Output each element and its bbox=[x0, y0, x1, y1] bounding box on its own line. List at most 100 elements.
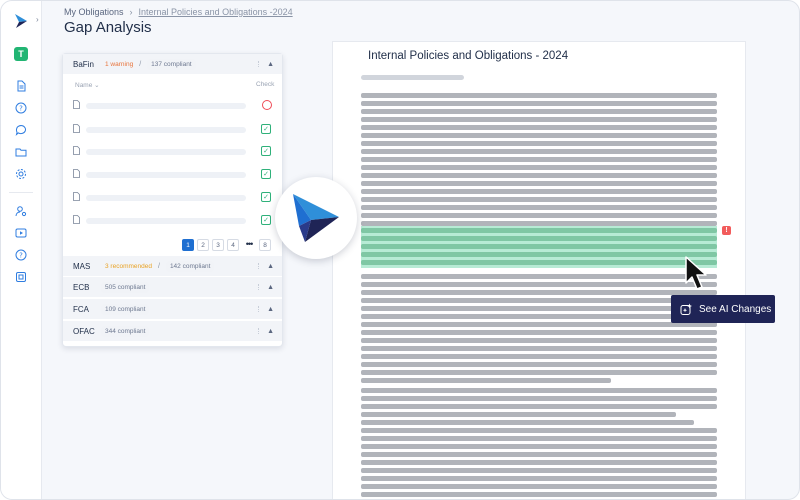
check-passed-icon: ✓ bbox=[261, 169, 271, 179]
avatar[interactable]: T bbox=[14, 47, 28, 61]
page-button-last[interactable]: 8 bbox=[259, 239, 271, 251]
recommended-badge: 3 recommended bbox=[105, 262, 152, 270]
collapse-caret-icon[interactable]: ▲ bbox=[267, 61, 274, 68]
file-name-placeholder bbox=[86, 103, 246, 109]
check-column-header: Check bbox=[256, 81, 275, 88]
document-text-line bbox=[361, 452, 717, 457]
expand-rail-icon[interactable]: › bbox=[36, 15, 39, 24]
document-text-line bbox=[361, 412, 676, 417]
breadcrumb-separator: › bbox=[129, 7, 133, 17]
mouse-pointer-icon bbox=[685, 256, 707, 290]
user-settings-icon[interactable] bbox=[14, 204, 28, 218]
document-text-line bbox=[361, 173, 717, 178]
regulator-row-bafin[interactable]: BaFin 1 warning / 137 compliant ▲ bbox=[63, 54, 282, 74]
table-row[interactable]: ✓ bbox=[63, 215, 282, 227]
rail-divider bbox=[9, 192, 33, 193]
breadcrumb-current[interactable]: Internal Policies and Obligations -2024 bbox=[139, 7, 293, 17]
regulator-row-ecb[interactable]: ECB 505 compliant ▲ bbox=[63, 277, 282, 297]
document-text-line bbox=[361, 274, 717, 279]
check-passed-icon: ✓ bbox=[261, 192, 271, 202]
document-text-line bbox=[361, 298, 717, 303]
expand-caret-icon[interactable]: ▲ bbox=[267, 306, 274, 313]
document-text-line bbox=[361, 444, 717, 449]
table-row[interactable]: ✓ bbox=[63, 146, 282, 158]
document-text-line bbox=[361, 181, 717, 186]
brand-logo-badge bbox=[275, 177, 357, 259]
table-row[interactable]: ✓ bbox=[63, 192, 282, 204]
see-ai-changes-label: See AI Changes bbox=[699, 303, 772, 315]
expand-caret-icon[interactable]: ▲ bbox=[267, 263, 274, 270]
document-text-line bbox=[361, 125, 717, 130]
brand-logo-icon[interactable] bbox=[13, 13, 29, 29]
document-text-line bbox=[361, 468, 717, 473]
question-icon[interactable]: ? bbox=[14, 248, 28, 262]
document-text-line bbox=[361, 346, 717, 351]
warning-badge: 1 warning bbox=[105, 60, 134, 68]
regulator-row-ofac[interactable]: OFAC 344 compliant ▲ bbox=[63, 321, 282, 341]
document-text-line bbox=[361, 484, 717, 489]
report-icon[interactable] bbox=[14, 270, 28, 284]
chat-icon[interactable] bbox=[14, 123, 28, 137]
check-failed-icon bbox=[262, 100, 272, 110]
compliant-badge: 344 compliant bbox=[101, 325, 150, 337]
regulator-name: ECB bbox=[73, 282, 90, 292]
svg-text:?: ? bbox=[19, 105, 23, 113]
file-icon bbox=[73, 100, 80, 109]
page-button-1[interactable]: 1 bbox=[182, 239, 194, 251]
document-text-line bbox=[361, 362, 717, 367]
document-text-line bbox=[361, 149, 717, 154]
page-button-4[interactable]: 4 bbox=[227, 239, 239, 251]
table-row[interactable]: ✓ bbox=[63, 124, 282, 136]
regulator-name: BaFin bbox=[73, 59, 94, 69]
file-icon bbox=[73, 192, 80, 201]
app-window: › T ? ? My Obligations › Internal Polici… bbox=[0, 0, 800, 500]
breadcrumb-root[interactable]: My Obligations bbox=[64, 7, 124, 17]
ai-changed-section[interactable] bbox=[361, 226, 717, 268]
table-row[interactable] bbox=[63, 100, 282, 112]
document-title: Internal Policies and Obligations - 2024 bbox=[368, 50, 569, 62]
check-passed-icon: ✓ bbox=[261, 124, 271, 134]
document-text-line bbox=[361, 388, 717, 393]
help-icon[interactable]: ? bbox=[14, 101, 28, 115]
row-divider bbox=[258, 306, 260, 312]
highlighted-line bbox=[361, 252, 717, 257]
expand-caret-icon[interactable]: ▲ bbox=[267, 328, 274, 335]
highlighted-line bbox=[361, 236, 717, 241]
document-icon[interactable] bbox=[14, 79, 28, 93]
document-text-line bbox=[361, 370, 717, 375]
document-text-line bbox=[361, 282, 717, 287]
row-divider bbox=[258, 263, 260, 269]
alert-badge-icon[interactable]: ! bbox=[722, 226, 731, 235]
name-column-header[interactable]: Name ⌄ bbox=[75, 81, 100, 89]
document-text-line bbox=[361, 404, 717, 409]
compliant-badge: 142 compliant bbox=[165, 260, 215, 272]
regulator-name: FCA bbox=[73, 304, 89, 314]
status-divider: / bbox=[139, 60, 142, 68]
see-ai-changes-button[interactable]: See AI Changes bbox=[671, 295, 775, 323]
document-text-line bbox=[361, 420, 694, 425]
file-name-placeholder bbox=[86, 195, 246, 201]
file-name-placeholder bbox=[86, 172, 246, 178]
document-text-line bbox=[361, 157, 717, 162]
file-icon bbox=[73, 169, 80, 178]
compliant-badge: 109 compliant bbox=[101, 303, 150, 315]
highlighted-line bbox=[361, 228, 717, 233]
page-title: Gap Analysis bbox=[64, 19, 152, 36]
ai-sparkle-icon bbox=[680, 303, 692, 315]
folder-icon[interactable] bbox=[14, 145, 28, 159]
file-name-placeholder bbox=[86, 218, 246, 224]
regulator-row-fca[interactable]: FCA 109 compliant ▲ bbox=[63, 299, 282, 319]
page-button-2[interactable]: 2 bbox=[197, 239, 209, 251]
row-divider bbox=[258, 284, 260, 290]
page-button-3[interactable]: 3 bbox=[212, 239, 224, 251]
settings-icon[interactable] bbox=[14, 167, 28, 181]
video-icon[interactable] bbox=[14, 226, 28, 240]
regulator-row-mas[interactable]: MAS 3 recommended / 142 compliant ▲ bbox=[63, 256, 282, 276]
expand-caret-icon[interactable]: ▲ bbox=[267, 284, 274, 291]
document-text-line bbox=[361, 322, 717, 327]
document-text-line bbox=[361, 133, 717, 138]
pagination: 1 2 3 4 ••• 8 bbox=[182, 239, 271, 251]
compliant-badge: 505 compliant bbox=[101, 281, 150, 293]
table-row[interactable]: ✓ bbox=[63, 169, 282, 181]
document-text-line bbox=[361, 330, 717, 335]
